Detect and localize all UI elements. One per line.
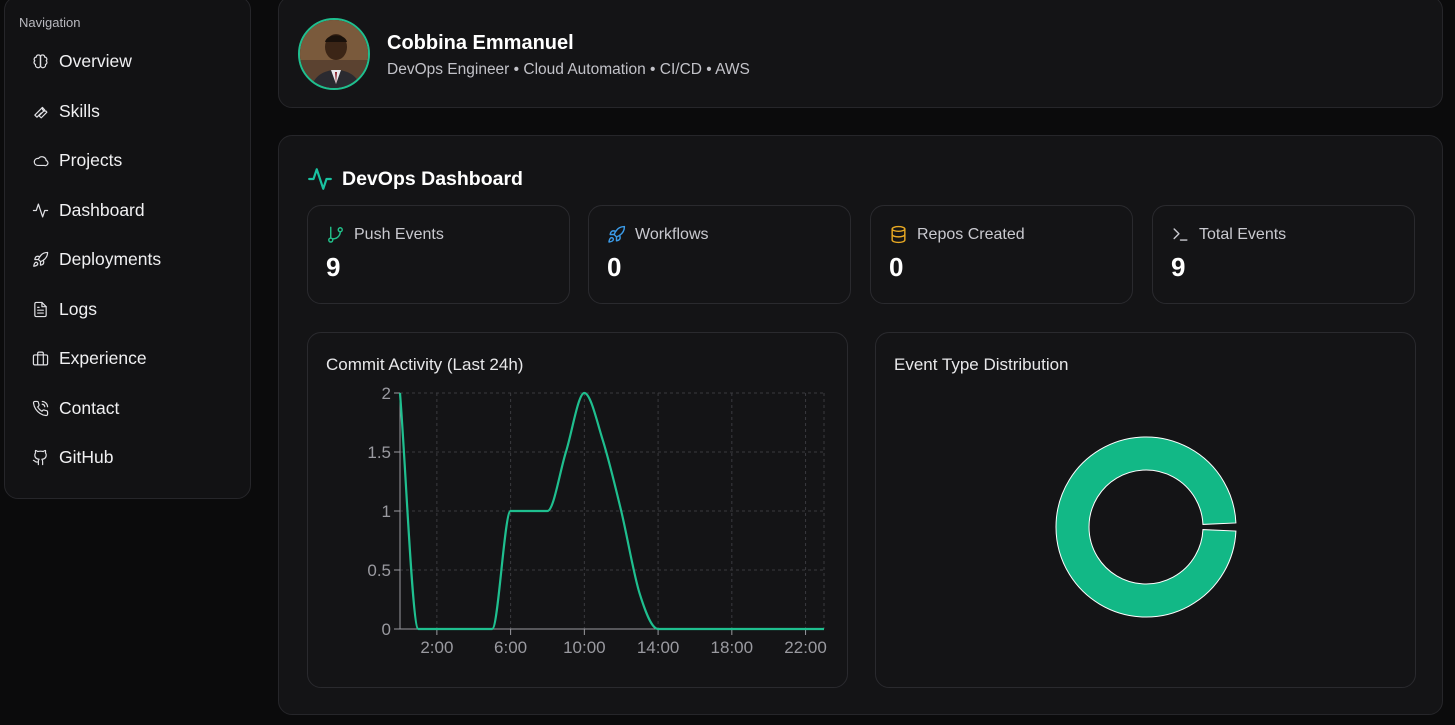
y-tick-label: 2 [382,384,391,403]
cloud-icon [31,152,49,170]
y-tick-label: 0.5 [367,561,391,580]
event-distribution-panel: Event Type Distribution [875,332,1416,688]
stat-value: 0 [607,252,622,282]
sidebar-item-github[interactable]: GitHub [19,433,239,483]
sidebar-item-label: Dashboard [59,199,145,220]
sidebar: Navigation Overview Skills Projects Dash… [4,0,251,499]
stat-card-push-events: Push Events 9 [307,205,570,304]
nav-list: Overview Skills Projects Dashboard Deplo… [19,37,239,483]
file-text-icon [31,300,49,318]
stat-label: Push Events [354,225,444,243]
stat-label: Total Events [1199,225,1287,243]
x-tick-label: 6:00 [494,638,527,657]
wrench-icon [31,102,49,120]
stat-value: 9 [326,252,341,282]
x-tick-label: 18:00 [711,638,754,657]
sidebar-item-logs[interactable]: Logs [19,285,239,335]
chart-grid [400,392,825,630]
phone-icon [31,399,49,417]
sidebar-item-label: Projects [59,150,123,171]
x-tick-label: 2:00 [420,638,453,657]
stat-label: Workflows [635,225,709,243]
sidebar-item-label: GitHub [59,447,114,468]
sidebar-item-contact[interactable]: Contact [19,384,239,434]
sidebar-item-label: Skills [59,100,100,121]
sidebar-item-projects[interactable]: Projects [19,136,239,186]
profile-card: Cobbina Emmanuel DevOps Engineer • Cloud… [278,0,1443,108]
sidebar-item-label: Contact [59,397,120,418]
commit-activity-chart: 00.511.522:00 6:00 10:00 14:00 18:00 22:00 [367,384,827,657]
rocket-icon [31,251,49,269]
devops-dashboard: DevOps Dashboard Push Events 9 Workflows… [278,135,1443,715]
sidebar-item-label: Logs [59,298,97,319]
rocket-icon [608,225,626,243]
pie-slice [1055,436,1237,618]
stat-value: 0 [889,252,904,282]
sidebar-item-overview[interactable]: Overview [19,37,239,87]
sidebar-item-experience[interactable]: Experience [19,334,239,384]
brain-icon [31,53,49,71]
sidebar-item-label: Deployments [59,249,162,270]
database-icon [891,225,906,244]
y-tick-label: 1.5 [367,443,391,462]
stat-card-repos-created: Repos Created 0 [870,205,1133,304]
stat-card-workflows: Workflows 0 [588,205,851,304]
stat-card-total-events: Total Events 9 [1152,205,1415,304]
avatar [298,18,370,90]
activity-icon [308,168,332,190]
profile-name: Cobbina Emmanuel [387,32,574,54]
x-tick-label: 10:00 [563,638,606,657]
sidebar-item-skills[interactable]: Skills [19,87,239,137]
sidebar-item-dashboard[interactable]: Dashboard [19,186,239,236]
nav-heading: Navigation [19,15,81,30]
profile-subtitle: DevOps Engineer • Cloud Automation • CI/… [387,61,750,78]
sidebar-item-deployments[interactable]: Deployments [19,235,239,285]
sidebar-item-label: Overview [59,51,132,72]
dashboard-title: DevOps Dashboard [307,166,523,192]
y-tick-label: 0 [382,620,391,639]
dashboard-title-text: DevOps Dashboard [342,167,523,190]
git-branch-icon [328,226,343,243]
activity-icon [31,201,49,219]
sidebar-item-label: Experience [59,348,147,369]
x-tick-label: 22:00 [784,638,827,657]
event-distribution-chart [1055,436,1237,618]
stat-value: 9 [1171,252,1186,282]
terminal-icon [1173,228,1188,241]
stat-label: Repos Created [917,225,1025,243]
commit-activity-panel: Commit Activity (Last 24h) 0 0.5 1 1.5 2 2:00… [307,332,848,688]
x-tick-label: 14:00 [637,638,680,657]
briefcase-icon [31,350,49,368]
github-icon [31,449,49,467]
y-tick-label: 1 [382,502,391,521]
